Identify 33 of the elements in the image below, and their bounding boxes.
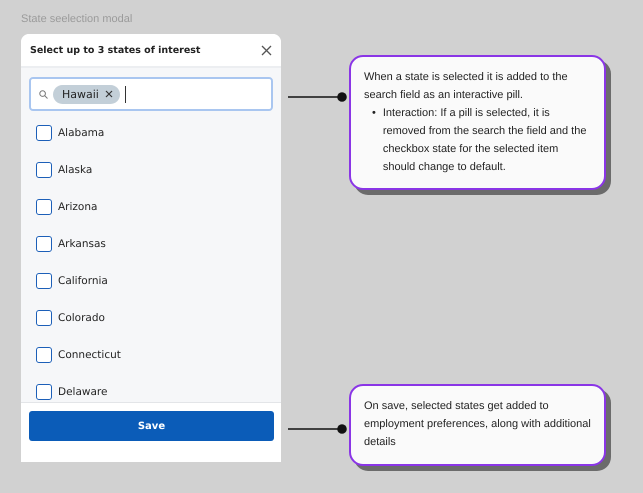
search-field[interactable]: Hawaii (29, 77, 273, 111)
connector-line (288, 424, 347, 434)
checkbox[interactable] (36, 310, 52, 326)
state-label: Connecticut (58, 349, 121, 361)
state-label: Delaware (58, 386, 108, 398)
close-icon (261, 44, 272, 56)
annotation-bullet: Interaction: If a pill is selected, it is removed from the search the field and the checkbox state for the selected item should change to default. (382, 106, 588, 175)
state-label: Alabama (58, 127, 104, 139)
checkbox[interactable] (36, 347, 52, 363)
close-icon (104, 90, 113, 98)
annotation-text: When a state is selected it is added to the search field as an interactive pill. (364, 70, 569, 103)
state-label: Colorado (58, 312, 105, 324)
state-label: Arkansas (58, 238, 106, 250)
state-label: Arizona (58, 201, 98, 213)
checkbox[interactable] (36, 162, 52, 178)
pill-remove-button[interactable] (104, 90, 113, 98)
annotation-text: On save, selected states get added to employment preferences, along with additional details (364, 399, 592, 450)
modal-title: Select up to 3 states of interest (30, 44, 200, 56)
checkbox[interactable] (36, 236, 52, 252)
close-button[interactable] (261, 44, 272, 56)
state-label: Alaska (58, 164, 92, 176)
save-button[interactable]: Save (29, 411, 274, 441)
state-pill[interactable]: Hawaii (53, 84, 120, 104)
pill-label: Hawaii (62, 88, 99, 100)
checkbox[interactable] (36, 199, 52, 215)
text-cursor (124, 86, 126, 102)
state-label: California (58, 275, 108, 287)
checkbox[interactable] (36, 125, 52, 141)
checkbox[interactable] (36, 273, 52, 289)
bullet-marker: • (372, 106, 376, 121)
connector-line (288, 92, 347, 102)
checkbox[interactable] (36, 384, 52, 400)
search-icon (39, 90, 48, 98)
